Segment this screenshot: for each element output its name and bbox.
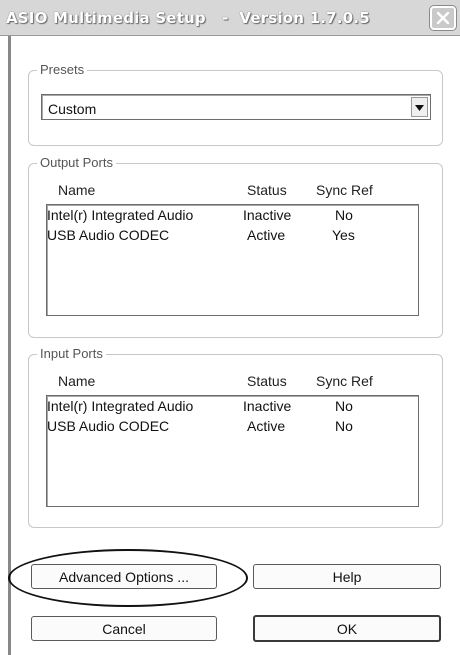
- input-ports-list[interactable]: Intel(r) Integrated Audio Inactive No US…: [46, 395, 419, 507]
- list-item[interactable]: USB Audio CODEC Active Yes: [47, 227, 418, 247]
- input-ports-label: Input Ports: [37, 346, 106, 361]
- input-header-status: Status: [247, 373, 287, 389]
- list-item[interactable]: USB Audio CODEC Active No: [47, 418, 418, 438]
- port-status: Inactive: [243, 398, 292, 414]
- port-name: Intel(r) Integrated Audio: [47, 398, 194, 414]
- input-header-sync: Sync Ref: [316, 373, 373, 389]
- help-button[interactable]: Help: [253, 564, 441, 589]
- port-name: USB Audio CODEC: [47, 418, 170, 434]
- ok-button[interactable]: OK: [253, 615, 441, 642]
- presets-label: Presets: [37, 62, 88, 77]
- dropdown-arrow-button[interactable]: [411, 97, 428, 117]
- output-ports-label: Output Ports: [37, 155, 116, 170]
- close-icon: [436, 11, 450, 25]
- port-name: Intel(r) Integrated Audio: [47, 207, 194, 223]
- port-status: Inactive: [243, 207, 292, 223]
- output-header-status: Status: [247, 182, 287, 198]
- close-button[interactable]: [430, 6, 456, 30]
- chevron-down-icon: [415, 98, 424, 116]
- cancel-button[interactable]: Cancel: [31, 616, 217, 641]
- port-sync-ref: No: [335, 418, 353, 434]
- output-ports-list[interactable]: Intel(r) Integrated Audio Inactive No US…: [46, 204, 419, 316]
- output-header-name: Name: [58, 182, 96, 198]
- port-name: USB Audio CODEC: [47, 227, 170, 243]
- output-header-sync: Sync Ref: [316, 182, 373, 198]
- window-title: ASIO Multimedia Setup - Version 1.7.0.5: [6, 9, 370, 27]
- presets-selected-value: Custom: [48, 101, 97, 117]
- port-status: Active: [247, 418, 286, 434]
- input-ports-group: Input Ports Name Status Sync Ref Intel(r…: [28, 346, 443, 528]
- title-bar[interactable]: ASIO Multimedia Setup - Version 1.7.0.5: [0, 0, 460, 36]
- list-item[interactable]: Intel(r) Integrated Audio Inactive No: [47, 207, 418, 227]
- dialog-body: Presets Custom Output Ports Name Status …: [8, 36, 460, 655]
- output-ports-group: Output Ports Name Status Sync Ref Intel(…: [28, 155, 443, 338]
- presets-dropdown[interactable]: Custom: [41, 94, 431, 120]
- list-item[interactable]: Intel(r) Integrated Audio Inactive No: [47, 398, 418, 418]
- port-status: Active: [247, 227, 286, 243]
- port-sync-ref: No: [335, 207, 353, 223]
- port-sync-ref: No: [335, 398, 353, 414]
- advanced-options-button[interactable]: Advanced Options ...: [31, 564, 217, 589]
- port-sync-ref: Yes: [332, 227, 355, 243]
- input-header-name: Name: [58, 373, 96, 389]
- presets-group: Presets Custom: [28, 62, 443, 146]
